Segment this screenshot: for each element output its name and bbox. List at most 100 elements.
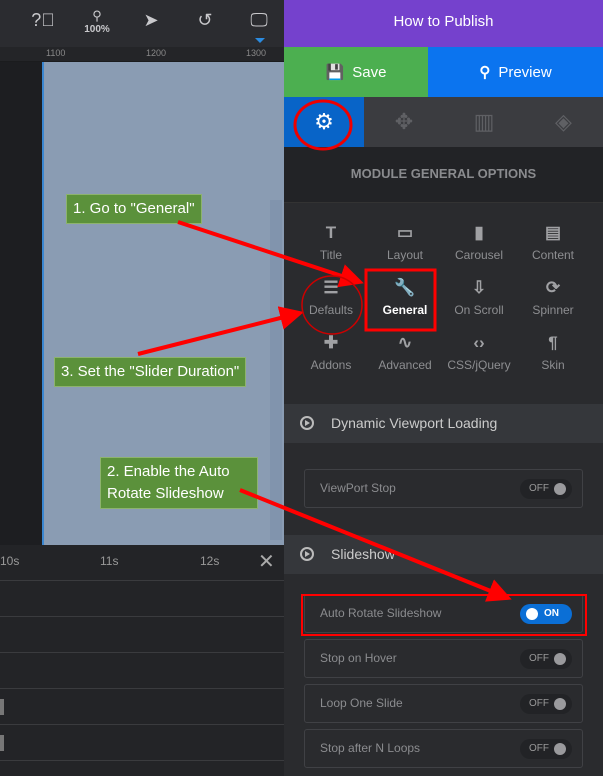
option-icon: ▭ (396, 223, 414, 242)
canvas-scrollbar[interactable] (270, 200, 282, 540)
option-icon: ‹› (473, 333, 485, 352)
option-carousel[interactable]: ▮ Carousel (442, 222, 516, 262)
ruler-label: 1200 (146, 48, 167, 58)
settings-panel: How to Publish 💾 Save ⚲ Preview ⚙ ✥ ▥ ◈ MO… (284, 0, 603, 776)
option-label: Defaults (308, 303, 354, 317)
option-label: Spinner (532, 303, 574, 317)
option-label: General (382, 303, 428, 317)
help-icon[interactable]: ?⃝ (28, 10, 58, 31)
toggle-switch[interactable]: OFF (520, 649, 572, 669)
ruler-label: 1100 (46, 48, 66, 58)
option-label: Content (531, 248, 575, 262)
tab-navigation[interactable]: ✥ (364, 97, 444, 147)
setting-row: Auto Rotate Slideshow ON (304, 594, 583, 633)
preview-button[interactable]: ⚲ Preview (428, 47, 603, 97)
timeline-row (0, 580, 284, 616)
tab-layers[interactable]: ◈ (524, 97, 603, 147)
zoom-level: 100% (84, 24, 110, 35)
timeline: 10s 11s 12s ✕ (0, 545, 284, 776)
play-circle-icon (300, 416, 314, 430)
timeline-row (0, 688, 284, 724)
option-general[interactable]: 🔧 General (368, 277, 442, 317)
option-title[interactable]: T Title (294, 222, 368, 262)
option-label: Title (319, 248, 343, 262)
option-cssjquery[interactable]: ‹› CSS/jQuery (442, 332, 516, 372)
tab-settings[interactable]: ⚙ (284, 97, 364, 147)
option-content[interactable]: ▤ Content (516, 222, 590, 262)
toggle-switch[interactable]: OFF (520, 739, 572, 759)
time-mark: 12s (200, 554, 220, 568)
setting-label: Loop One Slide (320, 696, 403, 710)
setting-row: Loop One Slide OFF (304, 684, 583, 723)
toggle-switch[interactable]: ON (520, 604, 572, 624)
option-icon: ¶ (548, 333, 558, 352)
section-header[interactable]: Slideshow (284, 535, 603, 574)
section-header[interactable]: Dynamic Viewport Loading (284, 404, 603, 443)
section-heading: MODULE GENERAL OPTIONS (284, 147, 603, 203)
option-icon: 🔧 (394, 278, 416, 297)
images-icon: ▥ (473, 109, 495, 134)
layers-icon: ◈ (555, 109, 572, 134)
cursor-icon[interactable]: ➤ (136, 10, 166, 31)
gamepad-icon: ✥ (394, 109, 414, 134)
setting-label: ViewPort Stop (320, 481, 396, 495)
setting-label: Stop on Hover (320, 651, 397, 665)
ruler: 1100 1200 1300 (0, 47, 284, 62)
top-toolbar: ?⃝ ⚲ 100% ➤ ↺ 🖵 (0, 0, 284, 47)
option-label: Layout (386, 248, 424, 262)
option-addons[interactable]: ✚ Addons (294, 332, 368, 372)
option-label: CSS/jQuery (447, 358, 511, 372)
time-mark: 10s (0, 554, 20, 568)
zoom-button[interactable]: ⚲ 100% (82, 8, 112, 35)
section-title: Dynamic Viewport Loading (331, 415, 498, 431)
option-label: Skin (541, 358, 565, 372)
layer-bar[interactable] (0, 699, 4, 715)
toggle-switch[interactable]: OFF (520, 694, 572, 714)
undo-icon[interactable]: ↺ (190, 10, 220, 31)
gear-icon: ⚙ (314, 109, 334, 134)
setting-label: Stop after N Loops (320, 741, 421, 755)
zoom-icon: ⚲ (92, 8, 102, 23)
annotation-step2: 2. Enable the Auto Rotate Slideshow (100, 457, 258, 509)
canvas-margin (0, 62, 42, 545)
tab-slides[interactable]: ▥ (444, 97, 524, 147)
search-icon: ⚲ (479, 64, 491, 81)
option-advanced[interactable]: ∿ Advanced (368, 332, 442, 372)
option-icon: ∿ (397, 333, 413, 352)
option-onscroll[interactable]: ⇩ On Scroll (442, 277, 516, 317)
desktop-icon[interactable]: 🖵 (244, 10, 274, 43)
timeline-row (0, 760, 284, 776)
preview-label: Preview (498, 63, 552, 81)
time-mark: 11s (100, 554, 119, 568)
option-icon: ✚ (323, 333, 339, 352)
setting-label: Auto Rotate Slideshow (320, 606, 442, 620)
option-layout[interactable]: ▭ Layout (368, 222, 442, 262)
toggle-switch[interactable]: OFF (520, 479, 572, 499)
ruler-label: 1300 (246, 48, 267, 58)
option-defaults[interactable]: ☰ Defaults (294, 277, 368, 317)
save-button[interactable]: 💾 Save (284, 47, 428, 97)
option-label: Addons (310, 358, 352, 372)
annotation-step1: 1. Go to "General" (66, 194, 202, 224)
setting-row: Stop on Hover OFF (304, 639, 583, 678)
timeline-row (0, 652, 284, 688)
close-timeline-button[interactable]: ✕ (258, 549, 275, 574)
timeline-row (0, 616, 284, 652)
setting-row: Stop after N Loops OFF (304, 729, 583, 768)
annotation-step3: 3. Set the "Slider Duration" (54, 357, 247, 387)
save-label: Save (352, 63, 387, 81)
option-icon: T (325, 223, 337, 242)
section-title: Slideshow (331, 546, 395, 562)
option-spinner[interactable]: ⟳ Spinner (516, 277, 590, 317)
layer-bar[interactable] (0, 735, 4, 751)
play-circle-icon (300, 547, 314, 561)
dropdown-indicator (255, 38, 265, 43)
panel-title[interactable]: How to Publish (284, 0, 603, 47)
setting-row: ViewPort Stop OFF (304, 469, 583, 508)
option-label: Advanced (378, 358, 432, 372)
option-skin[interactable]: ¶ Skin (516, 332, 590, 372)
option-label: Carousel (454, 248, 504, 262)
option-icon: ▤ (544, 223, 562, 242)
timeline-row (0, 724, 284, 760)
save-icon: 💾 (325, 64, 345, 81)
